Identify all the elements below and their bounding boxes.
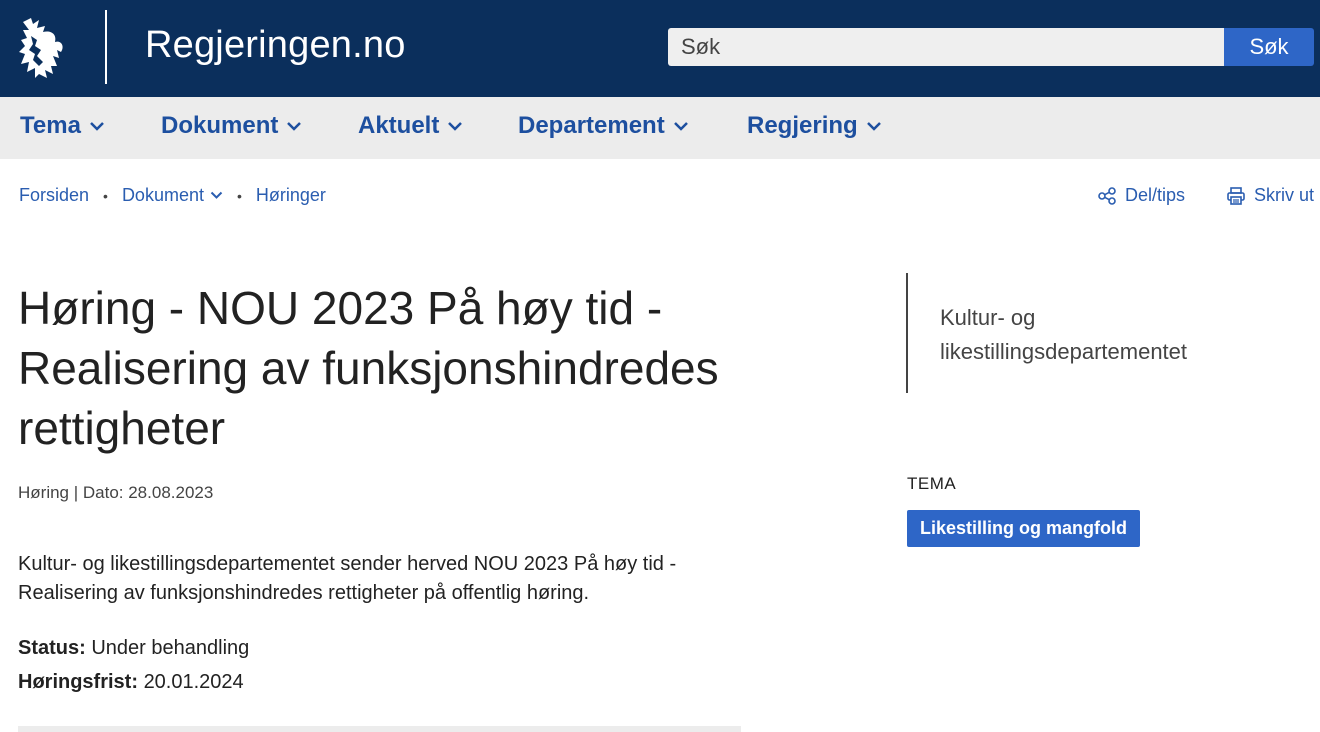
nav-item-label: Tema — [20, 112, 81, 139]
tema-heading: TEMA — [907, 474, 957, 493]
breadcrumb: Forsiden • Dokument • Høringer — [19, 185, 326, 206]
nav-item-label: Regjering — [747, 112, 858, 139]
nav-item-aktuelt[interactable]: Aktuelt — [358, 112, 463, 140]
page-title: Høring - NOU 2023 På høy tid - Realiseri… — [18, 282, 719, 454]
nav-item-label: Departement — [518, 112, 665, 139]
status-label: Status: — [18, 637, 86, 659]
main-nav: Tema Dokument Aktuelt Departement Regjer… — [0, 97, 1320, 159]
chevron-down-icon — [448, 122, 463, 131]
deadline-line: Høringsfrist: 20.01.2024 — [18, 671, 244, 694]
chevron-down-icon — [866, 122, 881, 131]
share-button[interactable]: Del/tips — [1097, 185, 1185, 206]
nav-item-regjering[interactable]: Regjering — [747, 112, 882, 140]
article-lead: Kultur- og likestillingsdepartementet se… — [18, 553, 677, 604]
site-header: Regjeringen.no Søk — [0, 0, 1320, 97]
print-label: Skriv ut — [1254, 185, 1315, 205]
deadline-label: Høringsfrist: — [18, 671, 138, 693]
breadcrumb-item-forsiden[interactable]: Forsiden — [19, 185, 89, 206]
content-box-top — [18, 726, 741, 732]
chevron-down-icon — [90, 122, 104, 131]
status-line: Status: Under behandling — [18, 637, 249, 660]
deadline-value: 20.01.2024 — [143, 671, 244, 693]
breadcrumb-separator: • — [103, 187, 108, 204]
printer-icon — [1227, 186, 1245, 205]
article-meta: Høring | Dato: 28.08.2023 — [18, 483, 214, 502]
print-button[interactable]: Skriv ut — [1226, 185, 1314, 206]
chevron-down-icon — [210, 191, 223, 199]
nav-item-label: Aktuelt — [358, 112, 440, 139]
coat-of-arms-lion-icon[interactable] — [17, 16, 67, 80]
search-button[interactable]: Søk — [1224, 28, 1314, 66]
nav-item-label: Dokument — [161, 112, 279, 139]
site-title[interactable]: Regjeringen.no — [145, 24, 406, 67]
breadcrumb-item-label: Dokument — [121, 185, 204, 205]
tema-tag-likestilling[interactable]: Likestilling og mangfold — [907, 510, 1140, 547]
search-input[interactable] — [668, 28, 1224, 66]
status-value: Under behandling — [91, 637, 250, 659]
share-label: Del/tips — [1125, 185, 1186, 205]
chevron-down-icon — [287, 122, 302, 131]
nav-item-departement[interactable]: Departement — [518, 112, 689, 140]
chevron-down-icon — [673, 122, 688, 131]
department-box: Kultur- og likestillingsdepartementet — [906, 273, 1286, 393]
nav-item-tema[interactable]: Tema — [20, 112, 105, 140]
nav-item-dokument[interactable]: Dokument — [161, 112, 302, 140]
share-icon — [1098, 186, 1116, 205]
breadcrumb-item-horinger[interactable]: Høringer — [256, 185, 326, 206]
breadcrumb-separator: • — [236, 187, 242, 204]
breadcrumb-item-dokument[interactable]: Dokument — [122, 185, 223, 206]
header-divider — [105, 10, 107, 84]
department-name[interactable]: Kultur- og likestillingsdepartementet — [940, 301, 1270, 369]
